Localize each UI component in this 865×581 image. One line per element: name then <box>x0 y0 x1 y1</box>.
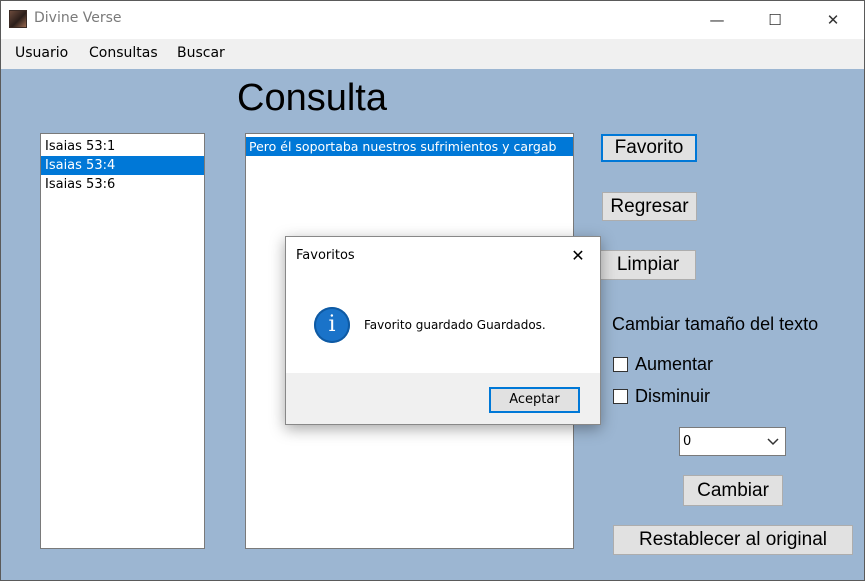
regresar-button[interactable]: Regresar <box>602 192 697 221</box>
verse-list[interactable]: Isaias 53:1 Isaias 53:4 Isaias 53:6 <box>40 133 205 549</box>
chevron-down-icon <box>767 438 779 446</box>
restablecer-button[interactable]: Restablecer al original <box>613 525 853 555</box>
aumentar-checkbox[interactable] <box>613 357 628 372</box>
dialog-footer: Aceptar <box>286 373 600 424</box>
dialog-close-button[interactable]: ✕ <box>556 237 600 275</box>
aumentar-label[interactable]: Aumentar <box>635 354 713 375</box>
app-logo-icon <box>9 10 27 28</box>
cambiar-button[interactable]: Cambiar <box>683 475 783 506</box>
limpiar-button[interactable]: Limpiar <box>600 250 696 280</box>
disminuir-label[interactable]: Disminuir <box>635 386 710 407</box>
disminuir-checkbox[interactable] <box>613 389 628 404</box>
page-title: Consulta <box>237 77 387 119</box>
info-icon: i <box>314 307 350 343</box>
verse-list-item-selected[interactable]: Isaias 53:4 <box>41 156 204 175</box>
minimize-button[interactable]: — <box>688 1 746 39</box>
aceptar-button[interactable]: Aceptar <box>489 387 580 413</box>
verse-list-item[interactable]: Isaias 53:1 <box>41 137 204 156</box>
verse-list-item[interactable]: Isaias 53:6 <box>41 175 204 194</box>
favoritos-dialog: Favoritos ✕ i Favorito guardado Guardado… <box>285 236 601 425</box>
text-size-select[interactable]: 0 <box>679 427 786 456</box>
dialog-message: Favorito guardado Guardados. <box>364 318 546 332</box>
maximize-button[interactable]: ☐ <box>746 1 804 39</box>
menu-usuario[interactable]: Usuario <box>15 45 68 61</box>
menu-buscar[interactable]: Buscar <box>177 45 225 61</box>
verse-text-line[interactable]: Pero él soportaba nuestros sufrimientos … <box>246 137 573 156</box>
menu-consultas[interactable]: Consultas <box>89 45 158 61</box>
window-title: Divine Verse <box>34 10 122 26</box>
close-window-button[interactable]: ✕ <box>804 1 862 39</box>
favorito-button[interactable]: Favorito <box>601 134 697 162</box>
title-bar[interactable]: Divine Verse — ☐ ✕ <box>1 1 864 39</box>
menu-bar: Usuario Consultas Buscar <box>1 39 864 69</box>
dialog-title: Favoritos <box>296 248 355 263</box>
text-size-label: Cambiar tamaño del texto <box>612 314 819 334</box>
text-size-value: 0 <box>683 434 692 449</box>
app-window: Divine Verse — ☐ ✕ Usuario Consultas Bus… <box>0 0 865 581</box>
